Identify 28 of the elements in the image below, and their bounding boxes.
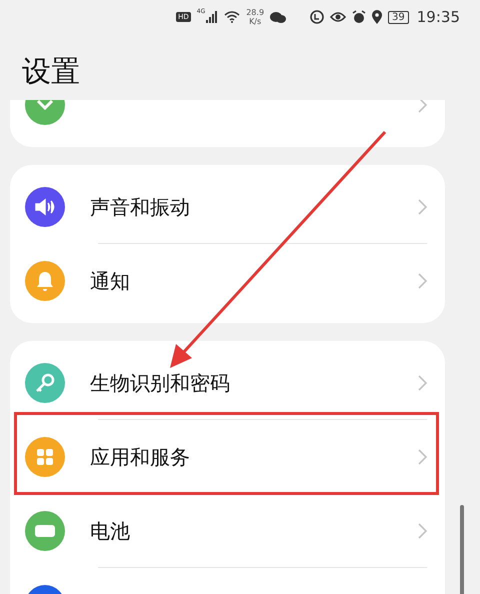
speaker-icon (34, 197, 56, 217)
alarm-icon (352, 10, 366, 24)
network-speed: 28.9 (246, 8, 264, 17)
settings-item-label[interactable]: 生物识别和密码 (90, 368, 418, 398)
signal-icon (206, 11, 218, 23)
key-icon (34, 372, 56, 394)
battery-level: 39 (388, 10, 409, 24)
wifi-icon (224, 11, 240, 23)
eye-icon (330, 11, 346, 23)
location-pin-icon (372, 10, 382, 24)
chat-bubbles-icon (270, 10, 286, 24)
clock-time: 19:35 (416, 6, 460, 28)
settings-item-label[interactable]: 声音和振动 (90, 192, 418, 222)
chevron-right-icon (418, 273, 427, 289)
chevron-right-icon (418, 199, 427, 215)
clock-badge-icon (310, 10, 324, 24)
chevron-right-icon (418, 375, 427, 391)
settings-item-label[interactable]: 通知 (90, 266, 418, 296)
settings-item-label[interactable]: 应用和服务 (90, 442, 418, 472)
battery-icon (34, 524, 56, 538)
apps-grid-icon (35, 447, 55, 467)
page-title: 设置 (22, 53, 81, 90)
network-speed-unit: K/s (249, 17, 262, 26)
bell-icon (35, 270, 55, 292)
chevron-right-icon (418, 523, 427, 539)
settings-item-label[interactable]: 电池 (90, 516, 418, 546)
chevron-right-icon (418, 449, 427, 465)
chevron-right-icon (418, 100, 427, 113)
